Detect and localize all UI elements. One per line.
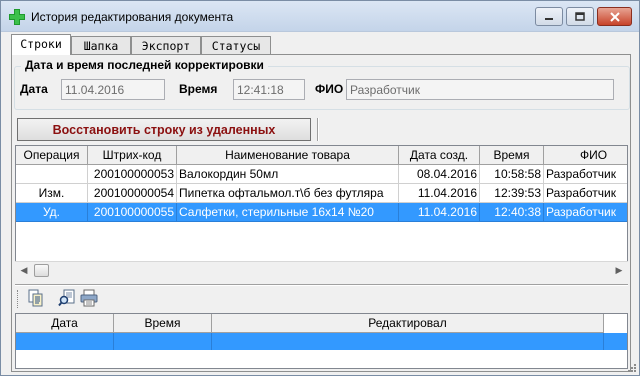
cell-time: 12:39:53 bbox=[480, 184, 544, 203]
cell-product-name: Валокордин 50мл bbox=[177, 165, 399, 184]
column-header-barcode[interactable]: Штрих-код bbox=[88, 146, 177, 165]
cell-operation: Уд. bbox=[16, 203, 88, 222]
resize-grip-icon[interactable] bbox=[627, 363, 637, 373]
time-label: Время bbox=[179, 82, 218, 96]
cell-product-name: Пипетка офтальмол.т\б без футляра bbox=[177, 184, 399, 203]
cell-operation bbox=[16, 165, 88, 184]
toolbar-grip[interactable] bbox=[17, 290, 20, 308]
table-row[interactable]: 200100000053 Валокордин 50мл 08.04.2016 … bbox=[16, 165, 627, 184]
copy-document-icon[interactable] bbox=[27, 289, 45, 307]
close-button[interactable] bbox=[597, 7, 632, 26]
cell-barcode: 200100000054 bbox=[88, 184, 177, 203]
section-divider bbox=[15, 284, 628, 286]
cell-time bbox=[114, 333, 212, 350]
find-document-icon[interactable] bbox=[58, 289, 76, 307]
cell-editor bbox=[212, 333, 604, 350]
toolbar-separator bbox=[317, 118, 319, 141]
cell-created-date: 08.04.2016 bbox=[399, 165, 480, 184]
cell-product-name: Салфетки, стерильные 16х14 №20 bbox=[177, 203, 399, 222]
date-label: Дата bbox=[20, 82, 48, 96]
time-field[interactable]: 12:41:18 bbox=[233, 79, 305, 100]
history-grid[interactable]: Дата Время Редактировал bbox=[15, 313, 628, 369]
scroll-left-icon[interactable]: ◀ bbox=[16, 263, 32, 278]
tab-statuses[interactable]: Статусы bbox=[201, 36, 271, 54]
close-icon bbox=[609, 11, 620, 22]
cell-operation: Изм. bbox=[16, 184, 88, 203]
column-header-date[interactable]: Дата bbox=[16, 314, 114, 333]
column-header-operation[interactable]: Операция bbox=[16, 146, 88, 165]
user-field[interactable]: Разработчик bbox=[346, 79, 614, 100]
tab-export[interactable]: Экспорт bbox=[131, 36, 201, 54]
table-row-selected[interactable]: Уд. 200100000055 Салфетки, стерильные 16… bbox=[16, 203, 627, 222]
green-plus-pharmacy-icon bbox=[9, 9, 25, 25]
horizontal-scrollbar[interactable]: ◀ ▶ bbox=[15, 261, 628, 278]
minimize-icon bbox=[545, 17, 553, 20]
cell-date bbox=[16, 333, 114, 350]
last-edit-group-title: Дата и время последней корректировки bbox=[21, 58, 268, 72]
printer-icon[interactable] bbox=[80, 289, 98, 307]
main-window: История редактирования документа Строки … bbox=[0, 0, 640, 376]
column-header-product-name[interactable]: Наименование товара bbox=[177, 146, 399, 165]
cell-created-date: 11.04.2016 bbox=[399, 203, 480, 222]
tab-rows[interactable]: Строки bbox=[11, 34, 71, 55]
window-title: История редактирования документа bbox=[31, 10, 234, 24]
cell-user: Разработчик bbox=[544, 203, 627, 222]
cell-user: Разработчик bbox=[544, 184, 627, 203]
tab-header[interactable]: Шапка bbox=[71, 36, 131, 54]
column-header-time[interactable]: Время bbox=[114, 314, 212, 333]
scrollbar-thumb[interactable] bbox=[34, 264, 49, 277]
column-header-user[interactable]: ФИО bbox=[544, 146, 627, 165]
cell-user: Разработчик bbox=[544, 165, 627, 184]
rows-grid[interactable]: Операция Штрих-код Наименование товара Д… bbox=[15, 145, 628, 278]
user-label: ФИО bbox=[315, 82, 344, 96]
scroll-right-icon[interactable]: ▶ bbox=[611, 263, 627, 278]
cell-created-date: 11.04.2016 bbox=[399, 184, 480, 203]
date-field[interactable]: 11.04.2016 bbox=[61, 79, 165, 100]
column-header-time[interactable]: Время bbox=[480, 146, 544, 165]
cell-time: 10:58:58 bbox=[480, 165, 544, 184]
title-bar[interactable]: История редактирования документа bbox=[1, 1, 639, 32]
cell-time: 12:40:38 bbox=[480, 203, 544, 222]
restore-deleted-row-button[interactable]: Восстановить строку из удаленных bbox=[17, 118, 311, 141]
maximize-button[interactable] bbox=[566, 7, 594, 26]
cell-barcode: 200100000055 bbox=[88, 203, 177, 222]
table-row[interactable]: Изм. 200100000054 Пипетка офтальмол.т\б … bbox=[16, 184, 627, 203]
cell-barcode: 200100000053 bbox=[88, 165, 177, 184]
column-header-created-date[interactable]: Дата созд. bbox=[399, 146, 480, 165]
maximize-icon bbox=[575, 12, 585, 21]
table-row-selected[interactable] bbox=[16, 333, 627, 350]
minimize-button[interactable] bbox=[535, 7, 563, 26]
column-header-editor[interactable]: Редактировал bbox=[212, 314, 604, 333]
